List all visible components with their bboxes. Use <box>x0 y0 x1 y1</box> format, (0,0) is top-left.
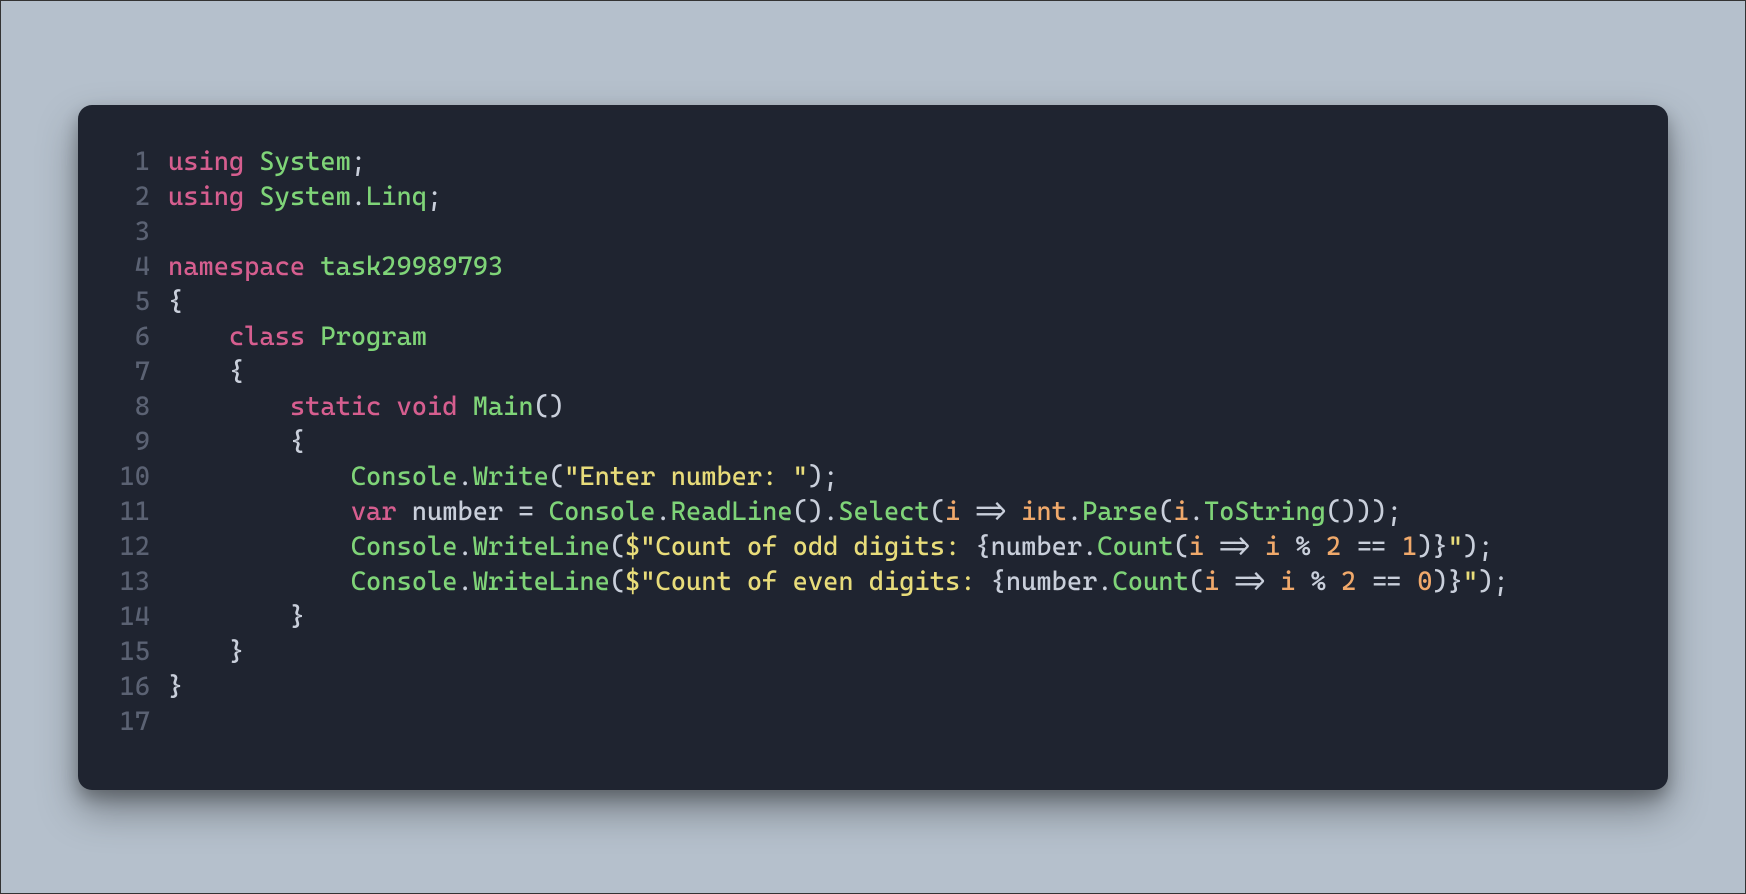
code-line: 5{ <box>118 285 1628 320</box>
code-line: 6 class Program <box>118 320 1628 355</box>
line-number: 17 <box>118 705 168 740</box>
line-number: 7 <box>118 355 168 390</box>
code-block: 1using System;2using System.Linq;34names… <box>118 145 1628 740</box>
code-line: 13 Console.WriteLine($"Count of even dig… <box>118 565 1628 600</box>
code-line: 2using System.Linq; <box>118 180 1628 215</box>
code-line: 7 { <box>118 355 1628 390</box>
code-line: 14 } <box>118 600 1628 635</box>
line-number: 14 <box>118 600 168 635</box>
code-line: 3 <box>118 215 1628 250</box>
line-number: 3 <box>118 215 168 250</box>
code-content: var number = Console.ReadLine().Select(i… <box>168 495 1628 530</box>
code-line: 4namespace task29989793 <box>118 250 1628 285</box>
line-number: 13 <box>118 565 168 600</box>
code-line: 17 <box>118 705 1628 740</box>
code-content <box>168 705 1628 740</box>
code-content: } <box>168 670 1628 705</box>
code-content <box>168 215 1628 250</box>
line-number: 10 <box>118 460 168 495</box>
code-content: using System.Linq; <box>168 180 1628 215</box>
line-number: 5 <box>118 285 168 320</box>
code-line: 1using System; <box>118 145 1628 180</box>
code-content: namespace task29989793 <box>168 250 1628 285</box>
code-content: { <box>168 425 1628 460</box>
code-content: Console.WriteLine($"Count of even digits… <box>168 565 1628 600</box>
code-line: 12 Console.WriteLine($"Count of odd digi… <box>118 530 1628 565</box>
code-content: Console.Write("Enter number: "); <box>168 460 1628 495</box>
code-line: 8 static void Main() <box>118 390 1628 425</box>
line-number: 8 <box>118 390 168 425</box>
line-number: 4 <box>118 250 168 285</box>
code-line: 9 { <box>118 425 1628 460</box>
code-panel: 1using System;2using System.Linq;34names… <box>78 105 1668 790</box>
line-number: 15 <box>118 635 168 670</box>
code-line: 16} <box>118 670 1628 705</box>
line-number: 9 <box>118 425 168 460</box>
line-number: 1 <box>118 145 168 180</box>
code-content: class Program <box>168 320 1628 355</box>
code-content: { <box>168 285 1628 320</box>
code-line: 15 } <box>118 635 1628 670</box>
line-number: 6 <box>118 320 168 355</box>
line-number: 11 <box>118 495 168 530</box>
code-content: } <box>168 600 1628 635</box>
line-number: 12 <box>118 530 168 565</box>
code-content: using System; <box>168 145 1628 180</box>
line-number: 2 <box>118 180 168 215</box>
line-number: 16 <box>118 670 168 705</box>
code-line: 11 var number = Console.ReadLine().Selec… <box>118 495 1628 530</box>
code-content: static void Main() <box>168 390 1628 425</box>
code-content: } <box>168 635 1628 670</box>
code-line: 10 Console.Write("Enter number: "); <box>118 460 1628 495</box>
code-content: { <box>168 355 1628 390</box>
code-content: Console.WriteLine($"Count of odd digits:… <box>168 530 1628 565</box>
